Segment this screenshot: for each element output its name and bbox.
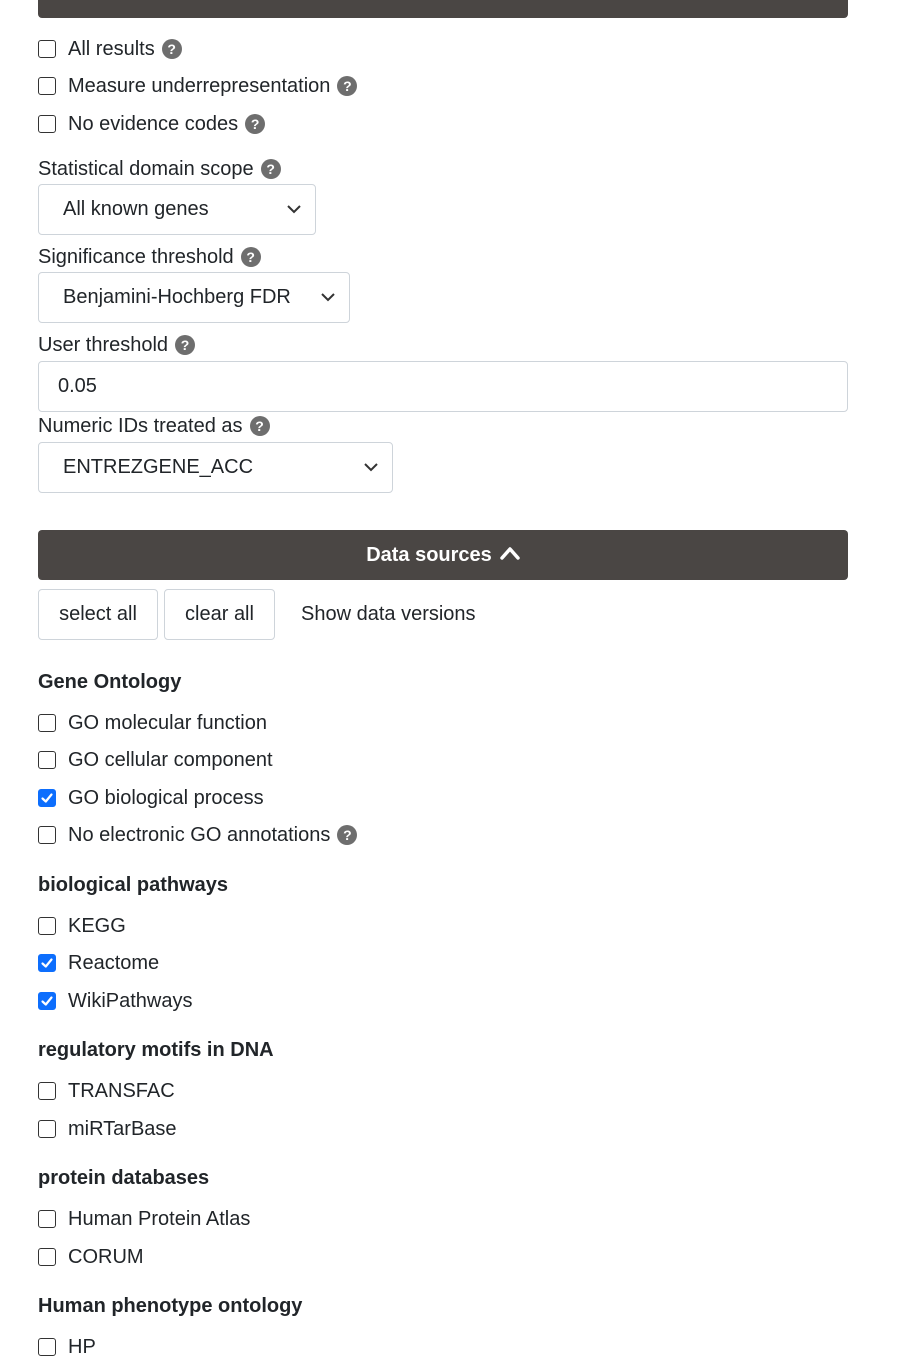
hpa-checkbox[interactable] bbox=[38, 1210, 56, 1228]
source-label: Human Protein Atlas bbox=[68, 1207, 251, 1230]
source-item[interactable]: Human Protein Atlas bbox=[38, 1205, 250, 1233]
help-icon[interactable]: ? bbox=[337, 76, 358, 96]
numeric-ids-label-row: Numeric IDs treated as ? bbox=[38, 413, 270, 439]
show-data-versions-button[interactable]: Show data versions bbox=[301, 600, 476, 628]
help-icon[interactable]: ? bbox=[161, 39, 182, 59]
all-results-label: All results bbox=[68, 37, 155, 60]
no-iea-checkbox[interactable] bbox=[38, 826, 56, 844]
sig-threshold-label: Significance threshold bbox=[38, 245, 234, 268]
help-icon[interactable]: ? bbox=[175, 335, 196, 355]
checkmark-icon bbox=[41, 996, 53, 1006]
user-threshold-input[interactable]: 0.05 bbox=[38, 361, 848, 412]
source-item[interactable]: TRANSFAC bbox=[38, 1077, 175, 1105]
source-label: GO molecular function bbox=[68, 711, 267, 734]
chevron-up-icon bbox=[500, 547, 520, 560]
go-cc-checkbox[interactable] bbox=[38, 751, 56, 769]
no-evidence-checkbox[interactable] bbox=[38, 115, 56, 133]
numeric-ids-select[interactable]: ENTREZGENE_ACC bbox=[38, 442, 393, 493]
source-label: GO cellular component bbox=[68, 748, 273, 771]
select-all-button[interactable]: select all bbox=[38, 589, 158, 640]
section-title-protein-databases: protein databases bbox=[38, 1166, 210, 1189]
transfac-checkbox[interactable] bbox=[38, 1082, 56, 1100]
kegg-checkbox[interactable] bbox=[38, 917, 56, 935]
all-results-checkbox[interactable] bbox=[38, 40, 56, 58]
source-label: miRTarBase bbox=[68, 1117, 177, 1140]
chevron-down-icon bbox=[364, 463, 378, 472]
data-sources-title: Data sources bbox=[366, 543, 492, 566]
source-item[interactable]: GO cellular component bbox=[38, 746, 273, 774]
help-icon[interactable]: ? bbox=[240, 247, 261, 267]
help-icon[interactable]: ? bbox=[260, 159, 281, 179]
advanced-options-header-bar[interactable] bbox=[38, 0, 848, 18]
source-item[interactable]: No electronic GO annotations ? bbox=[38, 821, 358, 849]
checkmark-icon bbox=[41, 958, 53, 968]
user-threshold-value: 0.05 bbox=[58, 375, 97, 397]
domain-scope-label: Statistical domain scope bbox=[38, 157, 254, 180]
section-title-human-phenotype: Human phenotype ontology bbox=[38, 1294, 303, 1317]
mirtarbase-checkbox[interactable] bbox=[38, 1120, 56, 1138]
section-title-regulatory-motifs: regulatory motifs in DNA bbox=[38, 1038, 274, 1061]
chevron-down-icon bbox=[287, 205, 301, 214]
sig-threshold-label-row: Significance threshold ? bbox=[38, 244, 261, 270]
domain-scope-value: All known genes bbox=[63, 198, 209, 220]
source-item[interactable]: miRTarBase bbox=[38, 1115, 177, 1143]
help-icon[interactable]: ? bbox=[249, 416, 270, 436]
go-bp-checkbox[interactable] bbox=[38, 789, 56, 807]
data-sources-header-bar[interactable]: Data sources bbox=[38, 530, 848, 580]
measure-under-label: Measure underrepresentation bbox=[68, 74, 331, 97]
help-icon[interactable]: ? bbox=[245, 114, 266, 134]
numeric-ids-label: Numeric IDs treated as bbox=[38, 414, 243, 437]
go-mf-checkbox[interactable] bbox=[38, 714, 56, 732]
source-item[interactable]: GO molecular function bbox=[38, 709, 267, 737]
checkmark-icon bbox=[41, 793, 53, 803]
source-item[interactable]: HP bbox=[38, 1333, 96, 1361]
source-label: No electronic GO annotations bbox=[68, 823, 331, 846]
option-no-evidence-codes[interactable]: No evidence codes ? bbox=[38, 110, 266, 138]
hp-checkbox[interactable] bbox=[38, 1338, 56, 1356]
clear-all-button[interactable]: clear all bbox=[164, 589, 275, 640]
source-label: WikiPathways bbox=[68, 989, 193, 1012]
source-label: HP bbox=[68, 1335, 96, 1358]
domain-scope-select[interactable]: All known genes bbox=[38, 184, 316, 235]
domain-scope-label-row: Statistical domain scope ? bbox=[38, 156, 281, 182]
option-all-results[interactable]: All results ? bbox=[38, 35, 182, 63]
no-evidence-label: No evidence codes bbox=[68, 112, 239, 135]
source-label: TRANSFAC bbox=[68, 1079, 175, 1102]
source-item[interactable]: WikiPathways bbox=[38, 987, 192, 1015]
sig-threshold-select[interactable]: Benjamini-Hochberg FDR bbox=[38, 272, 350, 323]
section-title-biological-pathways: biological pathways bbox=[38, 873, 229, 896]
sig-threshold-value: Benjamini-Hochberg FDR bbox=[63, 286, 291, 308]
user-threshold-label: User threshold bbox=[38, 333, 169, 356]
user-threshold-label-row: User threshold ? bbox=[38, 332, 196, 358]
source-item[interactable]: GO biological process bbox=[38, 784, 264, 812]
source-label: GO biological process bbox=[68, 786, 264, 809]
corum-checkbox[interactable] bbox=[38, 1248, 56, 1266]
option-measure-underrepresentation[interactable]: Measure underrepresentation ? bbox=[38, 72, 358, 100]
section-title-gene-ontology: Gene Ontology bbox=[38, 670, 182, 693]
source-label: Reactome bbox=[68, 951, 160, 974]
numeric-ids-value: ENTREZGENE_ACC bbox=[63, 456, 254, 478]
source-label: CORUM bbox=[68, 1245, 144, 1268]
wikipathways-checkbox[interactable] bbox=[38, 992, 56, 1010]
chevron-down-icon bbox=[321, 293, 335, 302]
help-icon[interactable]: ? bbox=[337, 825, 358, 845]
source-item[interactable]: Reactome bbox=[38, 949, 159, 977]
source-item[interactable]: CORUM bbox=[38, 1243, 144, 1271]
measure-under-checkbox[interactable] bbox=[38, 77, 56, 95]
source-item[interactable]: KEGG bbox=[38, 912, 126, 940]
reactome-checkbox[interactable] bbox=[38, 954, 56, 972]
source-label: KEGG bbox=[68, 914, 126, 937]
